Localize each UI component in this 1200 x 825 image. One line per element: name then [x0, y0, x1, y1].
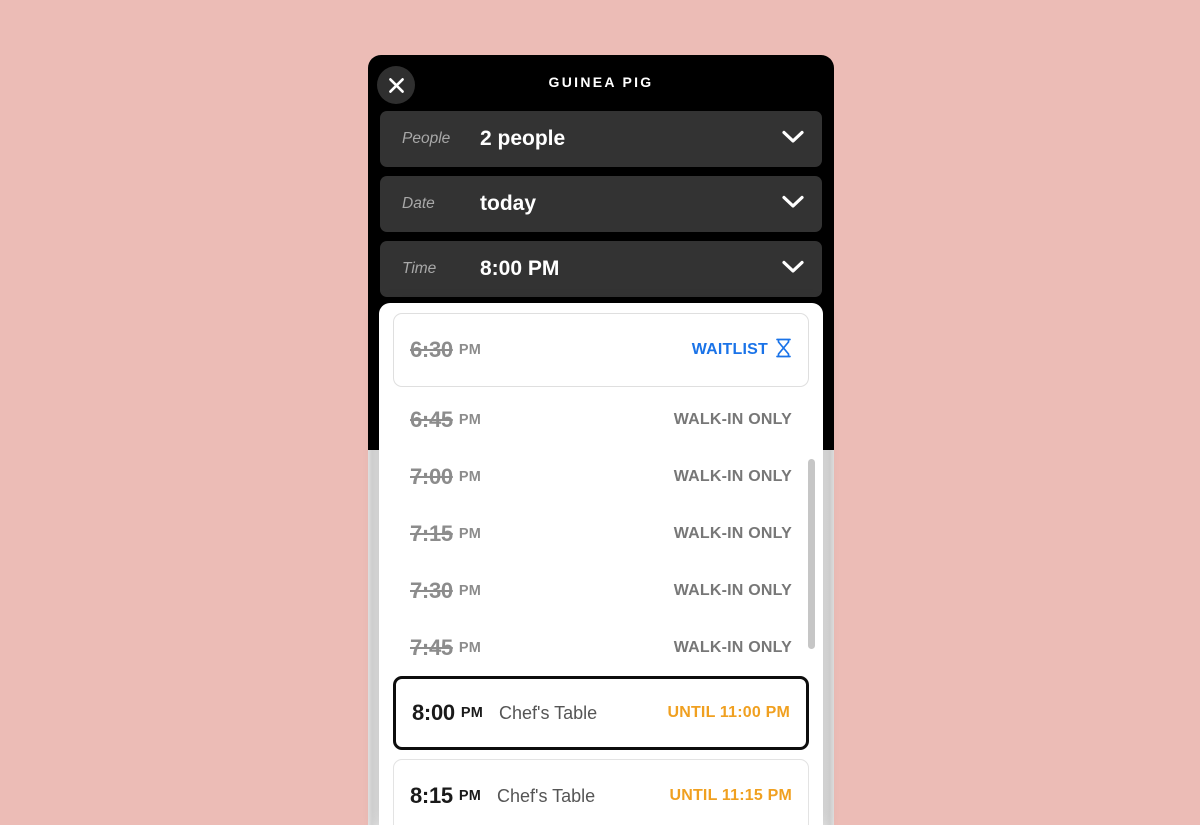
reservation-selectors: People 2 people Date today Time 8:00 PM — [368, 111, 834, 297]
date-selector[interactable]: Date today — [380, 176, 822, 232]
time-slot-ampm: PM — [460, 705, 483, 721]
time-selector-label: Time — [402, 260, 437, 277]
date-selector-value: today — [480, 192, 537, 215]
modal-header: GUINEA PIG — [368, 55, 834, 111]
time-slot-row[interactable]: 6:45 PM WALK-IN ONLY — [393, 391, 809, 448]
time-slot-row[interactable]: 7:00 PM WALK-IN ONLY — [393, 448, 809, 505]
time-slot-status: WALK-IN ONLY — [673, 581, 792, 599]
time-slot-status: UNTIL 11:15 PM — [669, 787, 792, 804]
time-slot-row[interactable]: 7:45 PM WALK-IN ONLY — [393, 619, 809, 676]
time-slot-description: Chef's Table — [497, 785, 596, 806]
chevron-down-icon — [782, 260, 804, 279]
time-slot-ampm: PM — [458, 582, 481, 599]
time-slot-time: 8:15 — [410, 783, 453, 808]
time-slot-description: Chef's Table — [499, 702, 598, 723]
time-slot-time: 7:30 — [410, 577, 453, 603]
time-slot-status: WALK-IN ONLY — [673, 524, 792, 542]
time-slot-status: WALK-IN ONLY — [673, 638, 792, 656]
time-selector[interactable]: Time 8:00 PM — [380, 241, 822, 297]
time-slot-row[interactable]: 8:00 PM Chef's Table UNTIL 11:00 PM — [393, 676, 809, 750]
time-slot-time: 7:15 — [410, 520, 453, 546]
hourglass-icon — [775, 338, 792, 363]
time-slot-time: 6:45 — [410, 406, 453, 432]
time-slot-ampm: PM — [458, 525, 481, 542]
time-slot-ampm: PM — [458, 468, 481, 485]
chevron-down-icon — [782, 195, 804, 214]
time-slot-ampm: PM — [458, 342, 481, 358]
time-slot-time: 7:00 — [410, 463, 453, 489]
people-selector-value: 2 people — [480, 127, 566, 150]
page-title: GUINEA PIG — [548, 74, 654, 90]
time-selector-value: 8:00 PM — [480, 257, 560, 280]
time-slot-ampm: PM — [458, 411, 481, 428]
time-slot-status: UNTIL 11:00 PM — [667, 704, 790, 721]
time-slot-ampm: PM — [458, 639, 481, 656]
time-slot-row[interactable]: 6:30 PM WAITLIST — [393, 313, 809, 387]
time-slot-row[interactable]: 7:15 PM WALK-IN ONLY — [393, 505, 809, 562]
people-selector[interactable]: People 2 people — [380, 111, 822, 167]
time-dropdown-panel: 6:30 PM WAITLIST 6:45 PM WALK-IN ONLY 7:00 PM WA… — [379, 303, 823, 825]
time-slot-row[interactable]: 8:15 PM Chef's Table UNTIL 11:15 PM — [393, 759, 809, 825]
time-slot-list[interactable]: 6:30 PM WAITLIST 6:45 PM WALK-IN ONLY 7:00 PM WA… — [379, 303, 823, 825]
scrollbar-thumb[interactable] — [808, 459, 815, 649]
time-slot-time: 6:30 — [410, 337, 453, 362]
time-slot-time: 8:00 — [412, 700, 455, 725]
time-slot-status: WAITLIST — [692, 338, 792, 363]
time-slot-row[interactable]: 7:30 PM WALK-IN ONLY — [393, 562, 809, 619]
chevron-down-icon — [782, 130, 804, 149]
time-slot-status: WALK-IN ONLY — [673, 467, 792, 485]
time-slot-ampm: PM — [458, 788, 481, 804]
scrollbar-track[interactable] — [808, 309, 819, 825]
time-slot-status: WALK-IN ONLY — [673, 410, 792, 428]
people-selector-label: People — [402, 130, 451, 147]
date-selector-label: Date — [402, 195, 435, 212]
time-slot-time: 7:45 — [410, 634, 453, 660]
